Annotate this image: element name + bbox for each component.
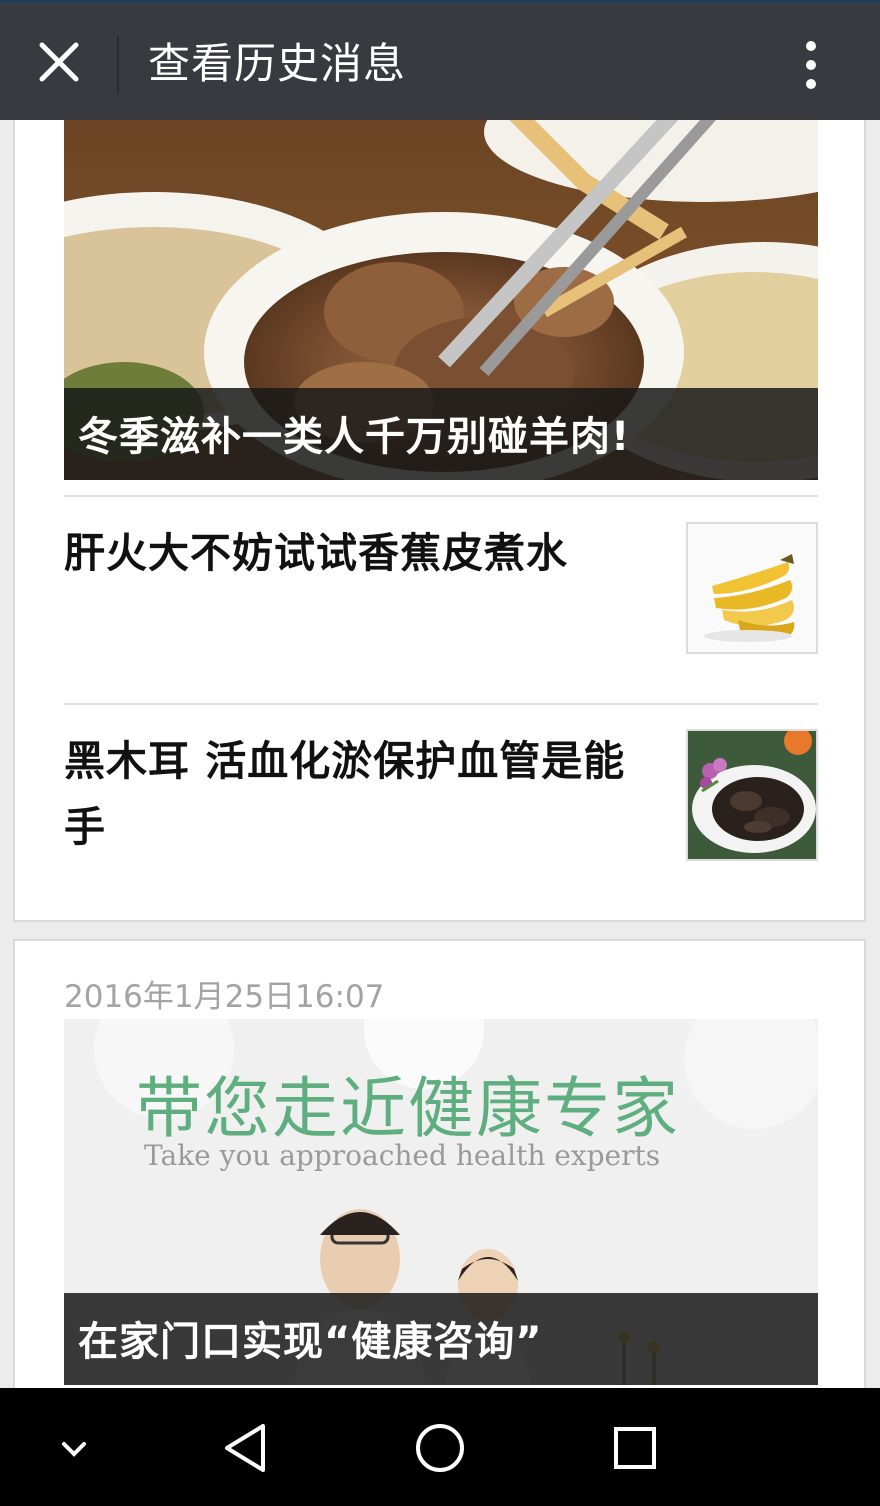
header-divider <box>117 36 119 94</box>
message-history-list[interactable]: 冬季滋补一类人千万别碰羊肉! 肝火大不妨试试香蕉皮煮水 黑木耳 活血化淤保护血管… <box>0 120 880 1388</box>
divider <box>64 495 818 497</box>
chevron-down-icon <box>62 1442 86 1457</box>
banner-heading: 带您走近健康专家 <box>136 1070 680 1147</box>
message-card: 2016年1月25日16:07 带您走近健康专家 Take you approa… <box>13 939 866 1388</box>
cover-caption: 在家门口实现“健康咨询” <box>64 1293 818 1385</box>
close-button[interactable] <box>30 33 88 91</box>
home-circle-icon <box>416 1424 464 1472</box>
article-title: 肝火大不妨试试香蕉皮煮水 <box>64 529 568 577</box>
back-button[interactable] <box>205 1408 285 1488</box>
system-nav-bar <box>0 1388 880 1506</box>
back-triangle-icon <box>225 1424 265 1472</box>
article-title: 黑木耳 活血化淤保护血管是能手 <box>64 737 626 851</box>
page-title: 查看历史消息 <box>148 39 407 88</box>
message-date: 2016年1月25日16:07 <box>64 979 385 1015</box>
cover-caption: 冬季滋补一类人千万别碰羊肉! <box>64 388 818 480</box>
cover-article[interactable]: 冬季滋补一类人千万别碰羊肉! <box>64 120 818 480</box>
home-button[interactable] <box>400 1408 480 1488</box>
cover-title: 冬季滋补一类人千万别碰羊肉! <box>78 414 631 460</box>
black-fungus-image <box>688 731 816 859</box>
article-thumbnail <box>686 729 818 861</box>
cover-article[interactable]: 带您走近健康专家 Take you approached health expe… <box>64 1019 818 1385</box>
divider <box>64 703 818 705</box>
cover-title: 在家门口实现“健康咨询” <box>78 1319 543 1365</box>
banner-subheading: Take you approached health experts <box>144 1139 661 1172</box>
top-bar: 查看历史消息 <box>0 0 880 120</box>
close-icon <box>39 42 79 82</box>
banana-image <box>688 524 816 652</box>
recents-button[interactable] <box>595 1408 675 1488</box>
hide-keyboard-button[interactable] <box>34 1408 114 1488</box>
more-menu-button[interactable] <box>792 35 832 95</box>
recents-square-icon <box>614 1427 656 1469</box>
message-card: 冬季滋补一类人千万别碰羊肉! 肝火大不妨试试香蕉皮煮水 黑木耳 活血化淤保护血管… <box>13 120 866 922</box>
article-thumbnail <box>686 522 818 654</box>
